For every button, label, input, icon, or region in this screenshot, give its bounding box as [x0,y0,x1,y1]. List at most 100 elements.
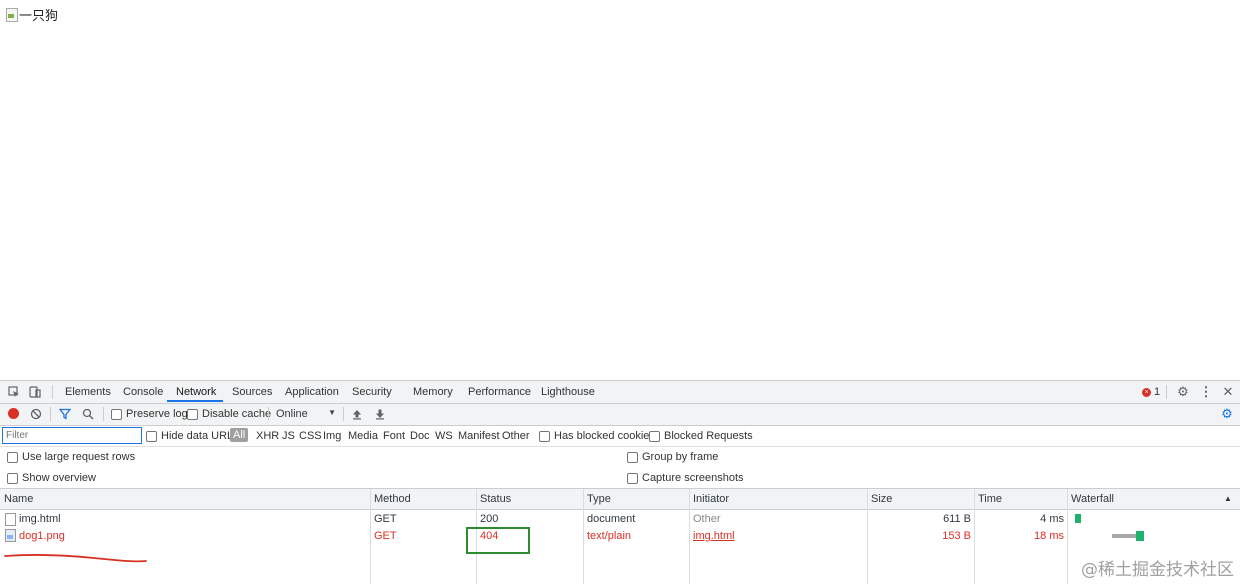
devtools-panel: Elements Console Network Sources Applica… [0,380,1240,584]
group-by-frame-checkbox[interactable]: Group by frame [627,451,718,463]
tab-security[interactable]: Security [352,386,392,398]
request-initiator-link[interactable]: img.html [693,530,735,542]
request-name[interactable]: img.html [19,513,61,525]
waterfall-bar [1136,531,1144,541]
export-har-icon[interactable] [373,407,387,421]
large-rows-checkbox[interactable]: Use large request rows [7,451,135,463]
checkbox-box[interactable] [627,472,638,484]
settings-row-1: Use large request rows Group by frame [0,447,1240,467]
table-row[interactable]: img.html GET 200 document Other 611 B 4 … [0,511,1068,528]
red-underline-annotation [4,554,147,563]
checkbox-box[interactable] [539,430,550,442]
request-name[interactable]: dog1.png [19,530,65,542]
checkbox-box[interactable] [649,430,660,442]
checkbox-box[interactable] [146,430,157,442]
preserve-log-label: Preserve log [126,408,188,420]
request-size: 153 B [942,530,971,542]
tab-memory[interactable]: Memory [413,386,453,398]
toolbar-separator [103,407,104,421]
settings-gear-icon[interactable]: ⚙ [1176,384,1190,399]
error-counter[interactable]: × 1 [1142,386,1160,398]
close-icon[interactable]: ✕ [1221,384,1235,399]
has-blocked-cookies-label: Has blocked cookies [554,430,655,442]
tabbar-separator [52,385,53,399]
show-overview-checkbox[interactable]: Show overview [7,472,96,484]
checkbox-box[interactable] [111,408,122,420]
settings-row-2: Show overview Capture screenshots [0,468,1240,489]
filter-type-js[interactable]: JS [282,430,295,442]
has-blocked-cookies-checkbox[interactable]: Has blocked cookies [539,430,655,442]
blocked-requests-checkbox[interactable]: Blocked Requests [649,430,753,442]
table-row[interactable]: dog1.png GET 404 text/plain img.html 153… [0,528,1068,545]
dropdown-arrow-icon: ▼ [328,408,336,417]
group-by-frame-label: Group by frame [642,451,719,463]
tab-network[interactable]: Network [176,386,216,398]
filter-type-doc[interactable]: Doc [410,430,430,442]
filter-type-img[interactable]: Img [323,430,341,442]
column-header-name[interactable]: Name [4,493,33,505]
request-time: 18 ms [1034,530,1064,542]
active-tab-indicator [167,400,223,402]
hide-data-urls-checkbox[interactable]: Hide data URLs [146,430,239,442]
filter-type-other[interactable]: Other [502,430,530,442]
broken-image: 一只狗 [6,5,58,24]
large-rows-label: Use large request rows [22,451,136,463]
filter-type-ws[interactable]: WS [435,430,453,442]
broken-image-alt: 一只狗 [19,8,59,23]
tab-elements[interactable]: Elements [65,386,111,398]
checkbox-box[interactable] [7,472,18,484]
filter-icon[interactable] [58,407,72,421]
throttling-select[interactable]: Online ▼ [276,408,336,420]
column-header-waterfall[interactable]: Waterfall [1071,493,1114,505]
error-count: 1 [1154,386,1161,398]
toolbar-separator [50,407,51,421]
checkbox-box[interactable] [187,408,198,420]
filter-type-manifest[interactable]: Manifest [458,430,500,442]
filter-type-css[interactable]: CSS [299,430,322,442]
request-type: text/plain [587,530,632,542]
request-method: GET [374,530,397,542]
checkbox-box[interactable] [627,451,638,463]
filter-type-font[interactable]: Font [383,430,405,442]
column-header-initiator[interactable]: Initiator [693,493,729,505]
device-toolbar-icon[interactable] [28,385,42,399]
search-icon[interactable] [81,407,95,421]
filter-type-media[interactable]: Media [348,430,378,442]
sort-ascending-icon[interactable]: ▲ [1224,494,1232,503]
preserve-log-checkbox[interactable]: Preserve log [111,408,188,420]
filter-input[interactable] [2,427,142,444]
show-overview-label: Show overview [22,472,96,484]
tab-lighthouse[interactable]: Lighthouse [541,386,595,398]
broken-image-icon [6,8,18,22]
toolbar-separator [268,407,269,421]
more-options-icon[interactable]: ⋮ [1199,384,1213,399]
column-header-method[interactable]: Method [374,493,411,505]
page-viewport: 一只狗 [0,0,1240,380]
filter-type-all[interactable]: All [230,428,249,442]
tab-console[interactable]: Console [123,386,163,398]
hide-data-urls-label: Hide data URLs [161,430,239,442]
tab-application[interactable]: Application [285,386,339,398]
blocked-requests-label: Blocked Requests [664,430,753,442]
tab-performance[interactable]: Performance [468,386,531,398]
clear-icon[interactable] [29,407,43,421]
column-header-size[interactable]: Size [871,493,892,505]
tab-sources[interactable]: Sources [232,386,272,398]
column-header-type[interactable]: Type [587,493,611,505]
column-header-time[interactable]: Time [978,493,1002,505]
waterfall-bar [1075,514,1081,523]
network-toolbar: Preserve log Disable cache Online ▼ ⚙ [0,404,1240,426]
request-time: 4 ms [1040,513,1064,525]
request-type: document [587,513,636,525]
filter-type-xhr[interactable]: XHR [256,430,279,442]
import-har-icon[interactable] [350,407,364,421]
inspect-element-icon[interactable] [7,385,21,399]
image-file-icon [5,529,16,542]
checkbox-box[interactable] [7,451,18,463]
network-settings-gear-icon[interactable]: ⚙ [1220,406,1234,421]
column-header-status[interactable]: Status [480,493,511,505]
disable-cache-checkbox[interactable]: Disable cache [187,408,271,420]
request-status: 200 [480,513,499,525]
capture-screenshots-checkbox[interactable]: Capture screenshots [627,472,744,484]
record-icon[interactable] [8,408,19,419]
